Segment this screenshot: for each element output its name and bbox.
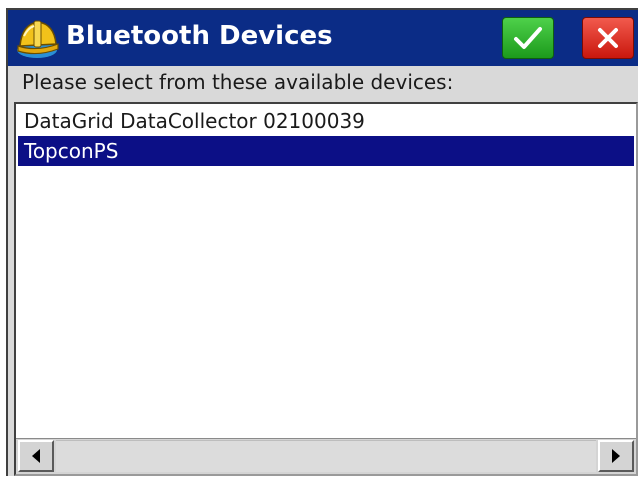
device-list-item[interactable]: DataGrid DataCollector 02100039 [18,106,634,136]
triangle-left-icon [32,449,40,463]
cancel-button[interactable] [582,17,634,59]
triangle-right-icon [612,449,620,463]
window-title: Bluetooth Devices [66,21,333,51]
dialog-window: Bluetooth Devices Please select from the… [6,8,638,476]
scrollbar-track[interactable] [56,440,596,472]
close-icon [598,28,618,48]
hardhat-app-icon [17,20,59,58]
title-bar: Bluetooth Devices [8,10,638,66]
scroll-left-button[interactable] [18,440,54,472]
device-name: TopconPS [24,139,119,163]
horizontal-scrollbar[interactable] [16,438,636,474]
device-list-item-selected[interactable]: TopconPS [18,136,634,166]
device-name: DataGrid DataCollector 02100039 [24,109,365,133]
prompt-label: Please select from these available devic… [22,70,454,94]
checkmark-icon [514,27,542,49]
ok-button[interactable] [502,17,554,59]
scroll-right-button[interactable] [598,440,634,472]
device-list[interactable]: DataGrid DataCollector 02100039 TopconPS [14,102,638,476]
